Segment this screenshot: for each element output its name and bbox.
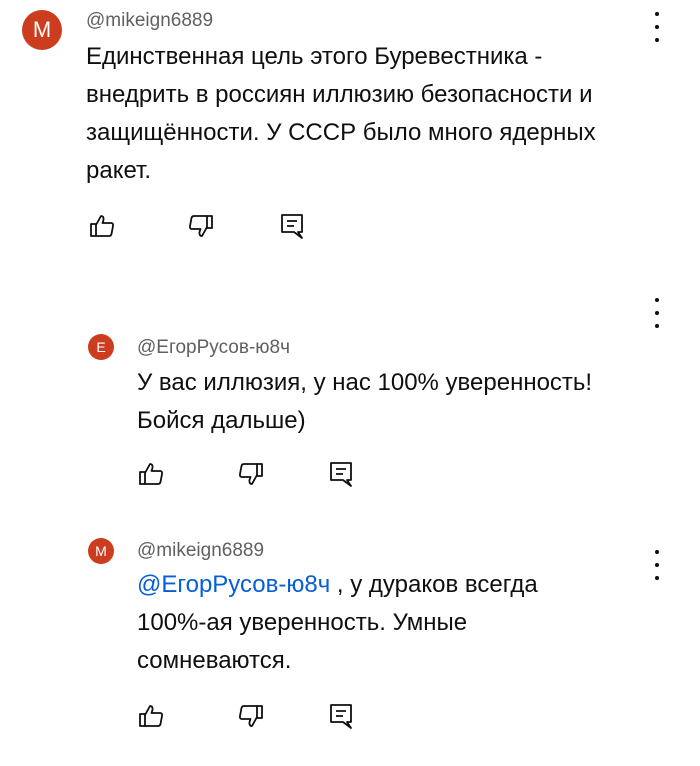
mention-link[interactable]: @ЕгорРусов-ю8ч bbox=[137, 571, 330, 598]
comment-text-line: У вас иллюзия, у нас 100% уверенность! bbox=[137, 369, 593, 396]
comment-text: У вас иллюзия, у нас 100% уверенность! Б… bbox=[137, 364, 657, 440]
comment-text-line: сомневаются. bbox=[137, 647, 292, 674]
more-vert-icon[interactable] bbox=[647, 298, 667, 328]
dislike-button[interactable] bbox=[237, 702, 265, 730]
like-button[interactable] bbox=[88, 212, 116, 240]
reply-icon bbox=[330, 462, 352, 487]
dislike-button[interactable] bbox=[187, 212, 215, 240]
thumbs-down-icon bbox=[189, 215, 213, 237]
dislike-button[interactable] bbox=[237, 460, 265, 488]
reply-comment: E @ЕгорРусов-ю8ч У вас иллюзия, у нас 10… bbox=[0, 290, 700, 510]
like-button[interactable] bbox=[137, 702, 165, 730]
comment-text-line: @ЕгорРусов-ю8ч , у дураков всегда bbox=[137, 566, 657, 604]
reply-icon bbox=[281, 214, 303, 239]
reply-icon bbox=[330, 704, 352, 729]
comment-text: @ЕгорРусов-ю8ч , у дураков всегда 100%-а… bbox=[137, 566, 657, 680]
comment-text: Единственная цель этого Буревестника - в… bbox=[86, 38, 666, 190]
comment-text-line: Единственная цель этого Буревестника - bbox=[86, 43, 543, 70]
comment-text-line: Бойся дальше) bbox=[137, 407, 306, 434]
thumbs-down-icon bbox=[239, 463, 263, 485]
reply-comment: M @mikeign6889 @ЕгорРусов-ю8ч , у дурако… bbox=[0, 520, 700, 766]
comment-text-line: ракет. bbox=[86, 157, 152, 184]
thumbs-down-icon bbox=[239, 705, 263, 727]
reply-button[interactable] bbox=[327, 702, 355, 730]
comment-thread-top: M @mikeign6889 Единственная цель этого Б… bbox=[0, 0, 700, 260]
reply-button[interactable] bbox=[327, 460, 355, 488]
comment-text-line: защищённости. У СССР было много ядерных bbox=[86, 119, 596, 146]
avatar[interactable]: E bbox=[88, 334, 114, 360]
thumbs-up-icon bbox=[139, 705, 163, 727]
reply-button[interactable] bbox=[278, 212, 306, 240]
thumbs-up-icon bbox=[90, 215, 114, 237]
thumbs-up-icon bbox=[139, 463, 163, 485]
like-button[interactable] bbox=[137, 460, 165, 488]
comment-author[interactable]: @mikeign6889 bbox=[137, 540, 264, 562]
comment-author[interactable]: @ЕгорРусов-ю8ч bbox=[137, 337, 290, 359]
comment-text-fragment: , у дураков всегда bbox=[330, 571, 538, 598]
comment-text-line: внедрить в россиян иллюзию безопасности … bbox=[86, 81, 593, 108]
comment-text-line: 100%-ая уверенность. Умные bbox=[137, 609, 468, 636]
avatar[interactable]: M bbox=[88, 538, 114, 564]
comment-author[interactable]: @mikeign6889 bbox=[86, 10, 213, 32]
more-vert-icon[interactable] bbox=[647, 12, 667, 42]
avatar[interactable]: M bbox=[22, 10, 62, 50]
